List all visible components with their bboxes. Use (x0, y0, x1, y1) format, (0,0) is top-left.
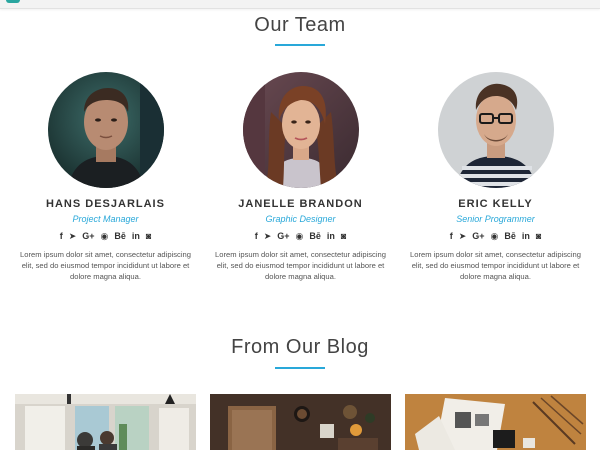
github-icon[interactable]: ◉ (101, 229, 109, 243)
member-description: Lorem ipsum dolor sit amet, consectetur … (215, 250, 386, 281)
navbar-accent (6, 0, 20, 3)
blog-post-thumbnail[interactable] (210, 394, 391, 450)
social-links: f ➤ G+ ◉ Bē in ◙ (203, 229, 398, 243)
member-name: ERIC KELLY (458, 198, 533, 210)
facebook-icon[interactable]: f (60, 229, 63, 243)
twitter-icon[interactable]: ➤ (264, 229, 272, 243)
twitter-icon[interactable]: ➤ (459, 229, 467, 243)
google-plus-icon[interactable]: G+ (82, 229, 94, 243)
team-title-underline (275, 44, 325, 46)
blog-section-title: From Our Blog (231, 336, 369, 358)
instagram-icon[interactable]: ◙ (146, 229, 151, 243)
behance-icon[interactable]: Bē (309, 229, 321, 243)
blog-post-thumbnail[interactable] (15, 394, 196, 450)
member-description: Lorem ipsum dolor sit amet, consectetur … (410, 250, 581, 281)
avatar (47, 72, 164, 188)
facebook-icon[interactable]: f (255, 229, 258, 243)
instagram-icon[interactable]: ◙ (341, 229, 346, 243)
member-description: Lorem ipsum dolor sit amet, consectetur … (20, 250, 191, 281)
blog-post-thumbnail[interactable] (405, 394, 586, 450)
member-role: Senior Programmer (456, 214, 535, 224)
member-role: Graphic Designer (265, 214, 336, 224)
social-links: f ➤ G+ ◉ Bē in ◙ (8, 229, 203, 243)
avatar (242, 72, 359, 188)
linkedin-icon[interactable]: in (522, 229, 530, 243)
twitter-icon[interactable]: ➤ (69, 229, 77, 243)
facebook-icon[interactable]: f (450, 229, 453, 243)
team-member-card: JANELLE BRANDON Graphic Designer f ➤ G+ … (203, 72, 398, 282)
avatar (437, 72, 554, 188)
instagram-icon[interactable]: ◙ (536, 229, 541, 243)
team-grid: HANS DESJARLAIS Project Manager f ➤ G+ ◉… (0, 72, 600, 302)
page: Our Team HANS DESJARLAIS Project Manager… (0, 0, 600, 450)
linkedin-icon[interactable]: in (132, 229, 140, 243)
github-icon[interactable]: ◉ (491, 229, 499, 243)
linkedin-icon[interactable]: in (327, 229, 335, 243)
google-plus-icon[interactable]: G+ (472, 229, 484, 243)
team-section-title: Our Team (254, 14, 346, 36)
blog-title-underline (275, 367, 325, 369)
behance-icon[interactable]: Bē (114, 229, 126, 243)
team-member-card: HANS DESJARLAIS Project Manager f ➤ G+ ◉… (8, 72, 203, 282)
member-role: Project Manager (72, 214, 139, 224)
team-member-card: ERIC KELLY Senior Programmer f ➤ G+ ◉ Bē… (398, 72, 593, 282)
github-icon[interactable]: ◉ (296, 229, 304, 243)
google-plus-icon[interactable]: G+ (277, 229, 289, 243)
social-links: f ➤ G+ ◉ Bē in ◙ (398, 229, 593, 243)
member-name: HANS DESJARLAIS (46, 198, 165, 210)
top-navbar (0, 0, 600, 9)
blog-thumbnails (0, 394, 600, 450)
behance-icon[interactable]: Bē (504, 229, 516, 243)
member-name: JANELLE BRANDON (238, 198, 363, 210)
